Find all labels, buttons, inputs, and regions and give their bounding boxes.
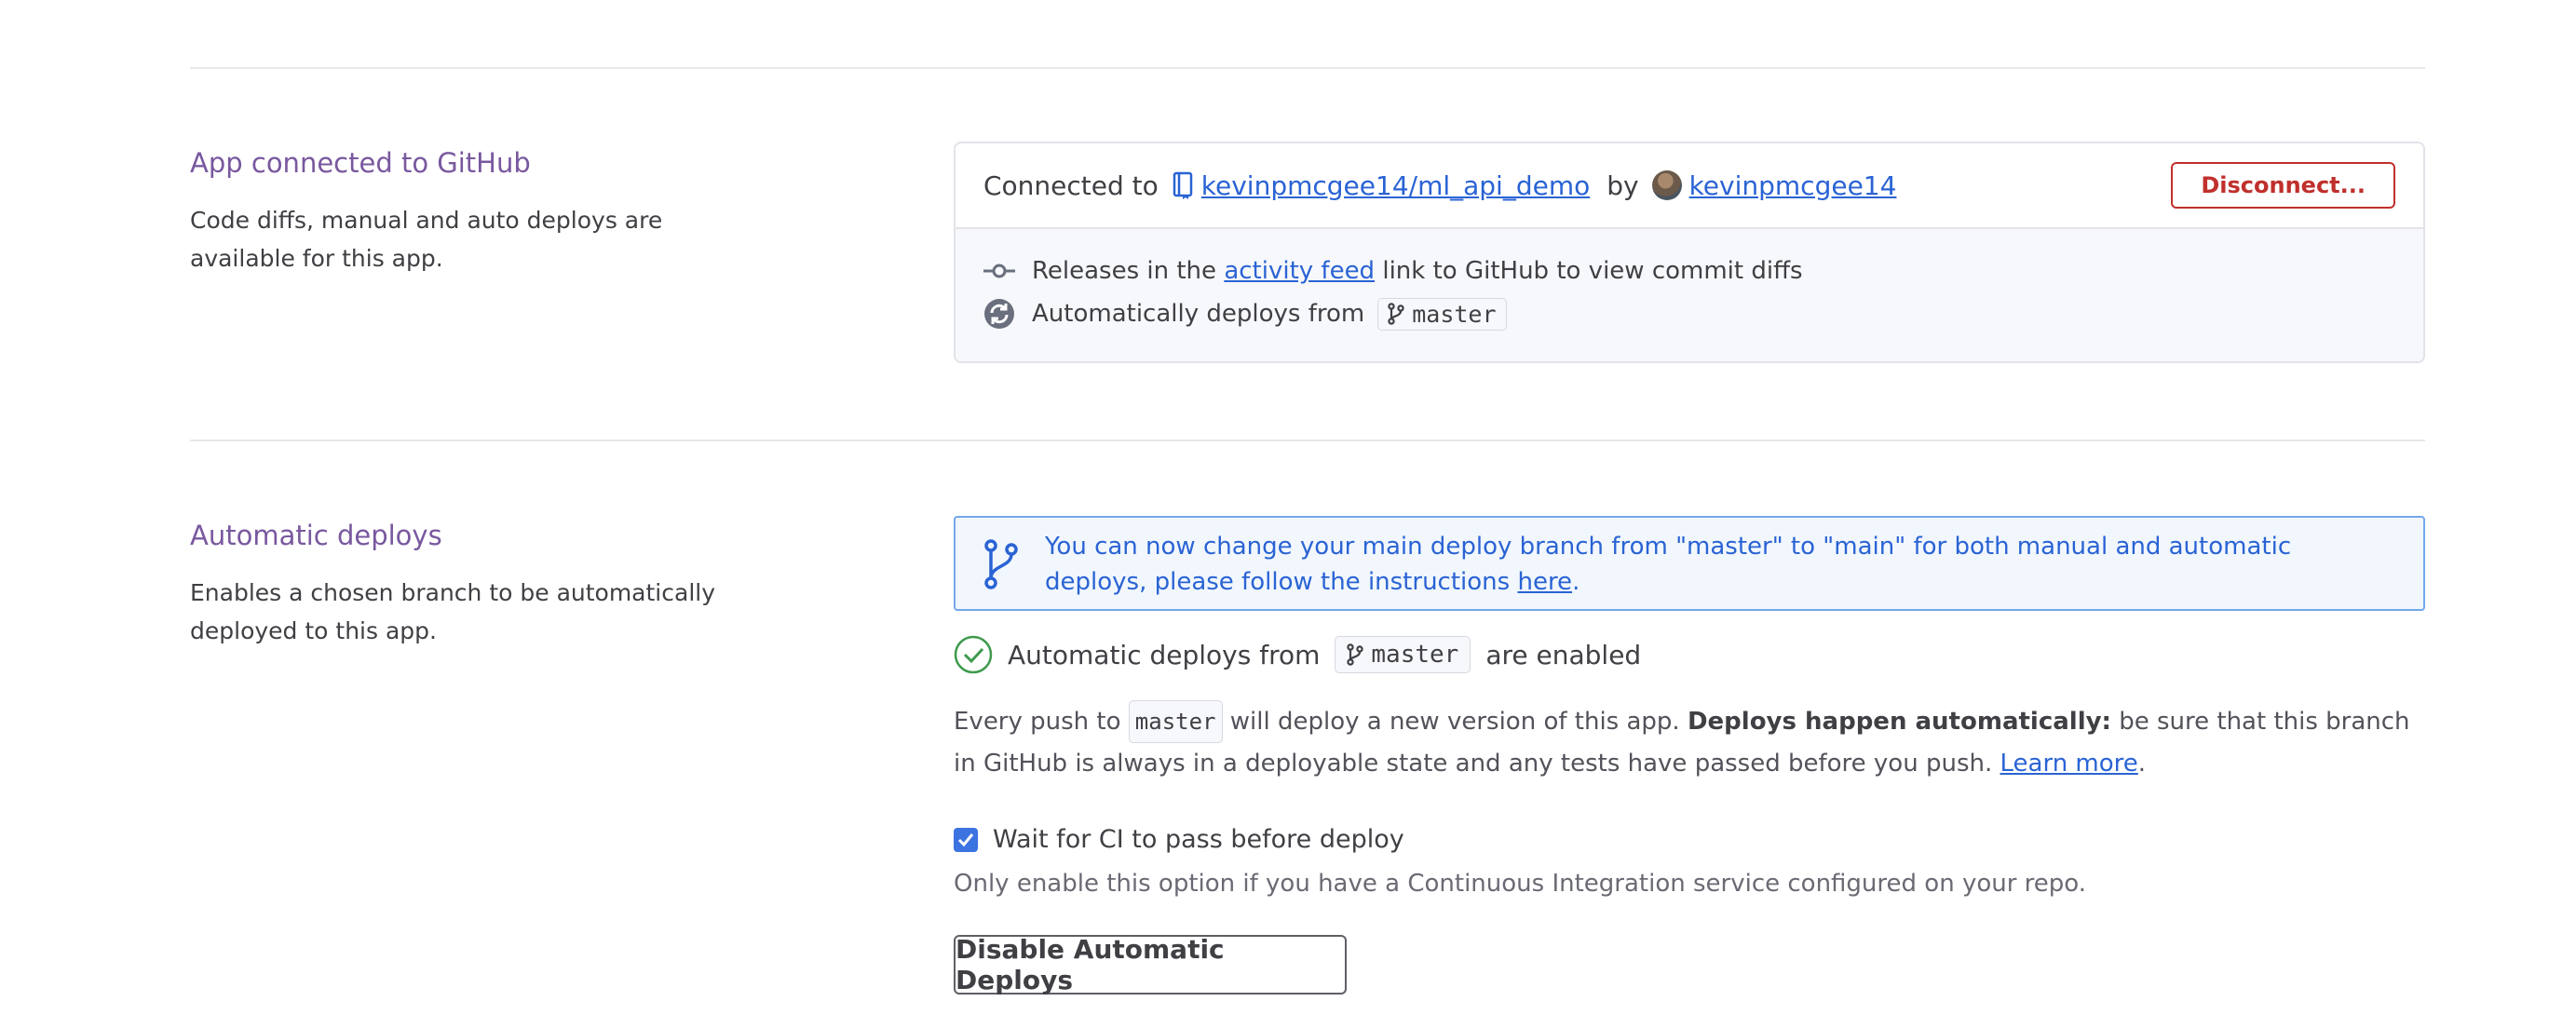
branch-badge: master xyxy=(1335,636,1471,673)
releases-suffix: link to GitHub to view commit diffs xyxy=(1382,257,1803,285)
branch-name: master xyxy=(1412,300,1497,328)
para-bold-text: Deploys happen automatically: xyxy=(1687,708,2111,736)
by-label: by xyxy=(1607,169,1639,201)
activity-feed-link[interactable]: activity feed xyxy=(1224,257,1375,285)
para-text: will deploy a new version of this app. xyxy=(1229,708,1680,736)
branch-icon xyxy=(1388,303,1404,325)
auto-deploys-from-label: Automatically deploys from xyxy=(1032,300,1365,328)
disconnect-button[interactable]: Disconnect... xyxy=(2171,162,2395,209)
learn-more-link[interactable]: Learn more xyxy=(2000,750,2138,778)
branch-icon xyxy=(983,538,1019,601)
releases-row: Releases in the activity feed link to Gi… xyxy=(983,250,2395,292)
info-text: You can now change your main deploy bran… xyxy=(1045,533,2292,596)
branch-code: master xyxy=(1128,700,1223,743)
auto-deploy-row: Automatically deploys from master xyxy=(983,292,2395,335)
disable-automatic-deploys-button[interactable]: Disable Automatic Deploys xyxy=(954,934,1347,995)
main-branch-info-banner: You can now change your main deploy bran… xyxy=(954,516,2425,611)
auto-deploy-explanation: Every push to master will deploy a new v… xyxy=(954,700,2420,784)
auto-section-description: Enables a chosen branch to be automatica… xyxy=(190,579,716,644)
wait-for-ci-option[interactable]: Wait for CI to pass before deploy xyxy=(954,825,1404,854)
github-section-title: App connected to GitHub xyxy=(190,147,531,179)
auto-section-title: Automatic deploys xyxy=(190,520,442,551)
middle-divider xyxy=(190,440,2425,441)
sync-icon xyxy=(983,298,1015,330)
connection-header: Connected to kevinpmcgee14/ml_api_demo b… xyxy=(956,143,2423,229)
releases-prefix: Releases in the xyxy=(1032,257,1217,285)
status-prefix: Automatic deploys from xyxy=(1008,639,1321,670)
commit-icon xyxy=(983,262,1015,280)
repo-icon xyxy=(1172,171,1194,199)
avatar xyxy=(1651,170,1682,200)
branch-badge: master xyxy=(1377,297,1507,331)
para-text: Every push to xyxy=(954,708,1121,736)
instructions-link[interactable]: here xyxy=(1517,568,1572,596)
auto-deploy-status: Automatic deploys from master are enable… xyxy=(954,635,1641,674)
wait-for-ci-label[interactable]: Wait for CI to pass before deploy xyxy=(993,825,1404,854)
github-section-description: Code diffs, manual and auto deploys are … xyxy=(190,207,663,272)
connected-to-label: Connected to xyxy=(983,169,1159,201)
ci-hint: Only enable this option if you have a Co… xyxy=(954,870,2087,898)
github-connection-card: Connected to kevinpmcgee14/ml_api_demo b… xyxy=(954,142,2425,363)
user-link[interactable]: kevinpmcgee14 xyxy=(1689,170,1897,201)
check-circle-icon xyxy=(954,635,993,674)
branch-icon xyxy=(1347,643,1364,666)
wait-for-ci-checkbox[interactable] xyxy=(954,827,978,852)
status-suffix: are enabled xyxy=(1485,639,1642,670)
connection-details: Releases in the activity feed link to Gi… xyxy=(956,229,2423,361)
branch-name: master xyxy=(1371,641,1459,669)
top-divider xyxy=(190,67,2425,69)
repo-link[interactable]: kevinpmcgee14/ml_api_demo xyxy=(1201,170,1590,201)
